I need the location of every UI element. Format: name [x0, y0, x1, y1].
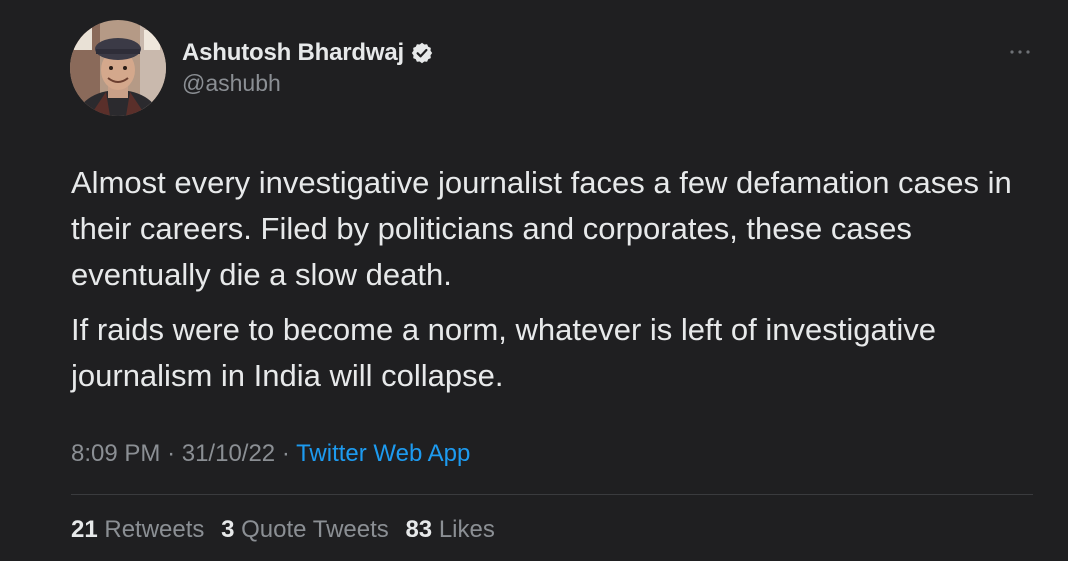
avatar[interactable] — [70, 20, 166, 116]
tweet-source-link[interactable]: Twitter Web App — [296, 440, 470, 467]
retweets-count: 21 — [71, 516, 98, 543]
meta-separator: · — [167, 440, 176, 467]
tweet-card: Ashutosh Bhardwaj @ashubh Almost every i… — [0, 0, 1068, 561]
likes-label: Likes — [438, 516, 495, 543]
tweet-paragraph: Almost every investigative journalist fa… — [71, 165, 1012, 292]
tweet-time[interactable]: 8:09 PM — [71, 440, 160, 467]
verified-badge-icon — [410, 41, 434, 65]
tweet-metadata: 8:09 PM · 31/10/22 · Twitter Web App — [71, 440, 470, 468]
quote-tweets-stat[interactable]: 3 Quote Tweets — [221, 516, 395, 543]
tweet-text: Almost every investigative journalist fa… — [71, 160, 1031, 399]
divider — [71, 494, 1033, 495]
quote-tweets-count: 3 — [221, 516, 235, 543]
quote-tweets-label: Quote Tweets — [241, 516, 389, 543]
likes-stat[interactable]: 83 Likes — [405, 516, 494, 543]
retweets-label: Retweets — [104, 516, 205, 543]
more-options-icon[interactable] — [1008, 42, 1032, 62]
retweets-stat[interactable]: 21 Retweets — [71, 516, 211, 543]
tweet-date[interactable]: 31/10/22 — [182, 440, 275, 467]
author-display-name[interactable]: Ashutosh Bhardwaj — [182, 39, 404, 67]
tweet-paragraph: If raids were to become a norm, whatever… — [71, 312, 936, 393]
author-name-row: Ashutosh Bhardwaj — [182, 38, 434, 68]
meta-separator: · — [281, 440, 290, 467]
author-block: Ashutosh Bhardwaj @ashubh — [182, 38, 434, 97]
avatar-photo — [70, 20, 166, 116]
author-handle[interactable]: @ashubh — [182, 70, 434, 97]
engagement-stats: 21 Retweets 3 Quote Tweets 83 Likes — [71, 516, 505, 544]
likes-count: 83 — [405, 516, 433, 543]
